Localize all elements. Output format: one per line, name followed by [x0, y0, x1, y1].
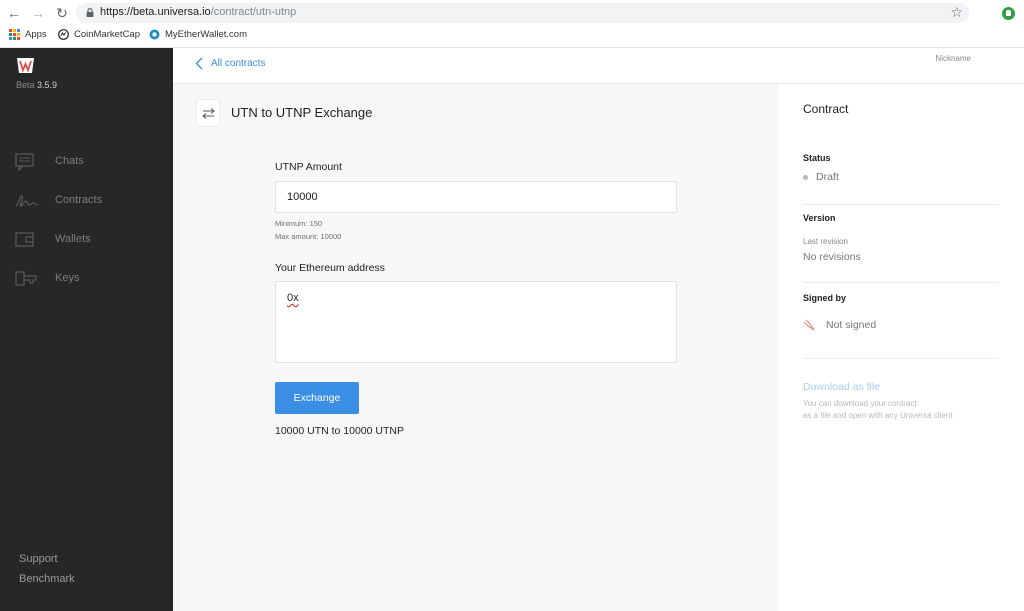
support-link[interactable]: Support — [19, 553, 58, 565]
bookmarks-bar: Apps CoinMarketCap MyEtherWallet.com — [0, 27, 1024, 45]
status-value: Draft — [803, 171, 839, 183]
version-label: Version — [803, 213, 836, 223]
contract-form-area: UTN to UTNP Exchange UTNP Amount Minimum… — [173, 84, 778, 611]
download-as-file-link[interactable]: Download as file — [803, 381, 880, 393]
apps-grid-icon — [9, 29, 20, 40]
chat-icon — [15, 153, 34, 171]
ethereum-address-input[interactable]: 0x — [275, 281, 677, 363]
browser-chrome: ← → ↻ https://beta.universa.io/contract/… — [0, 0, 1024, 48]
divider — [803, 204, 999, 205]
benchmark-link[interactable]: Benchmark — [19, 573, 75, 585]
sidebar-item-chats[interactable]: Chats — [0, 151, 173, 173]
chevron-left-icon — [195, 57, 203, 70]
status-label: Status — [803, 153, 831, 163]
bookmark-star-icon[interactable]: ☆ — [950, 4, 963, 21]
lock-icon — [86, 8, 94, 17]
extension-icon[interactable] — [1002, 7, 1015, 20]
panel-title: Contract — [803, 102, 849, 116]
sidebar-item-contracts[interactable]: Contracts — [0, 190, 173, 212]
key-icon — [15, 271, 37, 286]
reload-icon[interactable]: ↻ — [54, 5, 70, 21]
url-text: https://beta.universa.io/contract/utn-ut… — [100, 6, 297, 18]
last-revision-value: No revisions — [803, 251, 861, 263]
not-signed-icon — [803, 319, 815, 331]
exchange-summary: 10000 UTN to 10000 UTNP — [275, 425, 404, 437]
coinmarketcap-icon — [58, 29, 69, 40]
app-version: Beta 3.5.9 — [16, 80, 58, 90]
signature-icon — [15, 195, 39, 207]
universa-logo-icon[interactable] — [16, 57, 35, 74]
divider — [803, 282, 999, 283]
last-revision-label: Last revision — [803, 237, 848, 246]
bookmark-apps[interactable]: Apps — [9, 29, 47, 40]
contract-info-panel: Contract Status Draft Version Last revis… — [778, 84, 1024, 611]
signed-status: Not signed — [803, 319, 876, 331]
myetherwallet-icon — [149, 29, 160, 40]
minimum-hint: Minimum: 150 — [275, 219, 323, 228]
back-arrow-icon[interactable]: ← — [6, 5, 22, 21]
nickname-label[interactable]: Nickname — [935, 54, 971, 63]
forward-arrow-icon[interactable]: → — [30, 5, 46, 21]
utnp-amount-input[interactable] — [275, 181, 677, 213]
utnp-amount-label: UTNP Amount — [275, 161, 342, 173]
all-contracts-link[interactable]: All contracts — [195, 57, 265, 70]
address-bar[interactable]: https://beta.universa.io/contract/utn-ut… — [76, 3, 969, 23]
exchange-button[interactable]: Exchange — [275, 382, 359, 414]
sidebar: Beta 3.5.9 Chats Contracts Wallets Keys … — [0, 48, 173, 611]
download-note: You can download your contract as a file… — [803, 399, 953, 420]
sidebar-item-label: Keys — [55, 272, 80, 284]
max-amount-hint: Max amount: 10000 — [275, 232, 342, 241]
ethereum-address-label: Your Ethereum address — [275, 262, 385, 274]
sidebar-item-keys[interactable]: Keys — [0, 268, 173, 290]
exchange-type-badge — [196, 99, 220, 127]
wallet-icon — [15, 232, 34, 247]
sidebar-item-label: Chats — [55, 155, 84, 167]
exchange-arrows-icon — [202, 108, 215, 119]
divider — [803, 358, 999, 359]
page-title: UTN to UTNP Exchange — [231, 105, 373, 120]
sidebar-item-label: Contracts — [55, 194, 103, 206]
sidebar-item-label: Wallets — [55, 233, 91, 245]
signed-by-label: Signed by — [803, 293, 847, 303]
top-bar: All contracts Nickname — [173, 48, 1024, 84]
bookmark-coinmarketcap[interactable]: CoinMarketCap — [58, 29, 140, 40]
main-area: All contracts Nickname UTN to UTNP Excha… — [173, 48, 1024, 611]
sidebar-item-wallets[interactable]: Wallets — [0, 229, 173, 251]
bookmark-myetherwallet[interactable]: MyEtherWallet.com — [149, 29, 247, 40]
status-dot-icon — [803, 174, 808, 180]
